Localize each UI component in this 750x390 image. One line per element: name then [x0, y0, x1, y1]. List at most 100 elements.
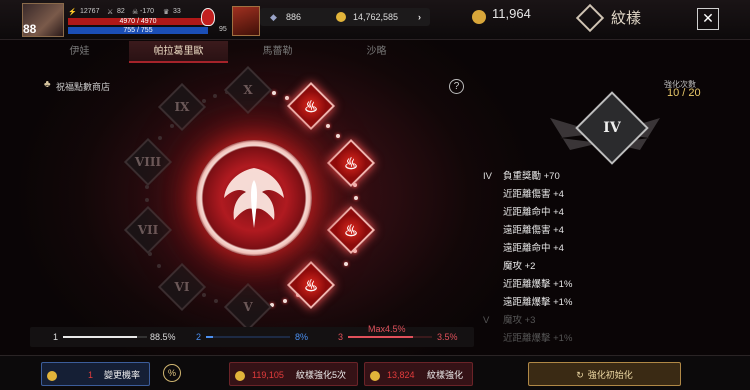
gold-icon — [235, 370, 245, 381]
node-locked-v[interactable]: V — [223, 282, 273, 332]
rate-2-value: 8% — [295, 332, 309, 342]
node-completed[interactable]: ♨ — [326, 205, 376, 255]
stat-text: 遠距離傷害 +4 — [503, 225, 564, 236]
reset-enhance-button[interactable]: ↻ 強化初始化 — [528, 362, 681, 386]
enhance-five-button[interactable]: 119,105 紋樣強化5次 — [229, 362, 358, 386]
stat-text: 魔攻 +2 — [503, 261, 536, 272]
stat-text: 負重獎勵 +70 — [503, 171, 560, 182]
stat-row: 近距離命中 +4 — [483, 204, 693, 222]
tab-paagrio[interactable]: 帕拉葛里歐 — [129, 41, 228, 63]
path-dot — [213, 94, 217, 98]
path-dot — [157, 264, 161, 268]
enhance-once-label: 紋樣強化 — [427, 370, 464, 380]
enhance-once-button[interactable]: 13,824 紋樣強化 — [364, 362, 473, 386]
path-dot — [283, 299, 287, 303]
stat-tier: IV — [483, 171, 492, 182]
rate-2-label: 2 — [196, 332, 202, 342]
node-completed[interactable]: ♨ — [286, 260, 336, 310]
path-dot — [145, 198, 149, 202]
stat-combat-value: 12767 — [80, 8, 100, 15]
rate-1-fill — [63, 336, 138, 338]
stat-row: 近距離傷害 +4 — [483, 186, 693, 204]
stat-row: 遠距離命中 +4 — [483, 240, 693, 258]
tab-bar: 伊娃 帕拉葛里歐 馬薔勒 沙略 — [30, 41, 426, 63]
flame-icon: ♨ — [303, 96, 319, 116]
buff-slot-icon[interactable] — [232, 6, 260, 36]
help-button[interactable]: ? — [449, 79, 464, 94]
node-completed[interactable]: ♨ — [286, 81, 336, 131]
player-level: 88 — [23, 22, 37, 36]
node-locked-x[interactable]: X — [223, 65, 273, 115]
node-locked-ix[interactable]: IX — [157, 82, 207, 132]
tab-eva[interactable]: 伊娃 — [30, 41, 129, 63]
shop-icon[interactable]: ♣ — [44, 79, 51, 90]
currency-bar: ◆ 886 14,762,585 › — [260, 8, 430, 26]
rate-3-label: 3 — [338, 332, 344, 342]
node-locked-viii[interactable]: VIII — [123, 137, 173, 187]
rate-3-track — [348, 336, 432, 338]
pattern-enhancement-screen: 88 ⚡ 12767 ⚔ 82 ☠ -170 ♛ 33 4970 / 4970 … — [0, 0, 750, 390]
rate-3-value: 3.5% — [437, 332, 458, 342]
points-count: 11,964 — [492, 6, 531, 21]
hp-bar: 4970 / 4970 — [68, 18, 208, 25]
phoenix-icon — [224, 168, 284, 228]
rate-3-fill — [348, 336, 414, 338]
rate-1-label: 1 — [53, 332, 59, 342]
path-dot — [285, 96, 289, 100]
rate-info-button[interactable]: % — [163, 364, 181, 382]
stat-text: 近距離命中 +4 — [503, 207, 564, 218]
stat-row: 近距離爆擊 +1% — [483, 330, 693, 348]
enhance-once-cost: 13,824 — [387, 370, 415, 380]
gold-icon — [336, 12, 346, 22]
node-locked-vii[interactable]: VII — [123, 205, 173, 255]
path-dot — [272, 91, 276, 95]
rate-cost: 1 — [88, 370, 94, 380]
path-dot — [336, 134, 340, 138]
flame-icon: ♨ — [303, 275, 319, 295]
stat-row: 魔攻 +2 — [483, 258, 693, 276]
change-rate-label: 變更機率 — [104, 370, 141, 380]
phoenix-emblem — [196, 140, 312, 256]
stat-text: 遠距離爆擊 +1% — [503, 297, 573, 308]
stat-text: 遠距離命中 +4 — [503, 243, 564, 254]
path-dot — [202, 99, 206, 103]
stat-combat-icon: ⚡ — [68, 9, 77, 16]
success-rate-bar: 1 88.5% 2 8% 3 Max4.5% 3.5% — [30, 324, 474, 347]
path-dot — [158, 136, 162, 140]
stat-row: 遠距離爆擊 +1% — [483, 294, 693, 312]
tab-maphr[interactable]: 馬薔勒 — [228, 41, 327, 63]
stat-trophy-icon: ♛ — [163, 9, 170, 16]
path-dot — [326, 124, 330, 128]
stat-tier: V — [483, 315, 490, 326]
chevron-right-icon[interactable]: › — [418, 8, 421, 26]
bottom-bar: 1 變更機率 % 119,105 紋樣強化5次 13,824 紋樣強化 ↻ 強化初… — [0, 355, 750, 390]
close-button[interactable]: ✕ — [697, 8, 719, 30]
path-dot — [202, 293, 206, 297]
stat-trophy-value: 33 — [173, 8, 181, 15]
points-icon — [472, 10, 486, 24]
change-rate-button[interactable]: 1 變更機率 — [41, 362, 150, 386]
stat-bonus-list: IV 負重獎勵 +70 近距離傷害 +4 近距離命中 +4 遠距離傷害 +4 遠距離命中 … — [483, 168, 693, 356]
enhance-count-value: 10 / 20 — [667, 87, 701, 99]
rate-2-track — [206, 336, 290, 338]
stat-text: 近距離爆擊 +1% — [503, 333, 573, 344]
potion-icon[interactable] — [201, 8, 215, 26]
enhance-five-label: 紋樣強化5次 — [296, 370, 347, 380]
node-completed[interactable]: ♨ — [326, 138, 376, 188]
stat-row: 遠距離傷害 +4 — [483, 222, 693, 240]
path-dot — [344, 262, 348, 266]
diamond-count: 886 — [286, 12, 302, 22]
blessing-shop-link[interactable]: 祝福點數商店 — [56, 80, 110, 93]
mp-bar: 755 / 755 — [68, 27, 208, 34]
stat-karma-icon: ☠ — [132, 9, 139, 16]
diamond-icon: ◆ — [270, 12, 277, 22]
stat-weapon-icon: ⚔ — [107, 9, 114, 16]
reset-enhance-label: 強化初始化 — [587, 370, 633, 380]
potion-count: 95 — [219, 26, 227, 33]
tab-shilen[interactable]: 沙略 — [327, 41, 426, 63]
path-dot — [214, 299, 218, 303]
stat-weapon-value: 82 — [117, 8, 125, 15]
flame-icon: ♨ — [343, 153, 359, 173]
gold-count: 14,762,585 — [353, 12, 399, 22]
node-locked-vi[interactable]: VI — [157, 262, 207, 312]
